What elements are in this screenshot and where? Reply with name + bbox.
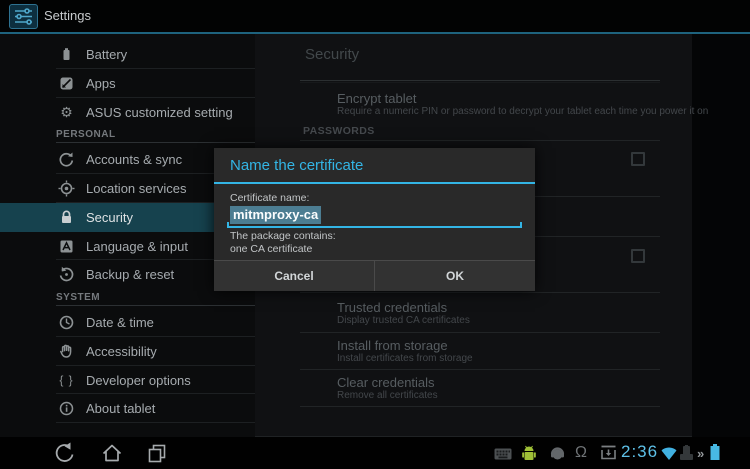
wifi-icon[interactable] — [660, 445, 678, 466]
section-header-rule — [56, 142, 255, 143]
sidebar-item-apps[interactable]: Apps — [0, 69, 255, 98]
input-underline — [227, 226, 522, 228]
passwords-section-header: PASSWORDS — [303, 125, 375, 137]
divider — [300, 332, 660, 333]
dialog-title-rule — [214, 182, 535, 184]
sidebar-item-label: Location services — [86, 174, 186, 203]
sidebar-item-label: About tablet — [86, 394, 155, 423]
divider — [300, 292, 660, 293]
dialog-button-bar: Cancel OK — [214, 260, 535, 291]
title-rule — [300, 82, 660, 83]
package-contents-value: one CA certificate — [230, 243, 312, 255]
lock-icon — [57, 208, 76, 227]
battery-icon — [57, 45, 76, 64]
sidebar-item-label: Accessibility — [86, 337, 157, 366]
sidebar-item-label: Apps — [86, 69, 116, 98]
hardware-keyboard-icon[interactable] — [494, 447, 512, 465]
dialog-title: Name the certificate — [230, 148, 363, 181]
section-header-label: SYSTEM — [56, 292, 100, 303]
sidebar-item-accessibility[interactable]: Accessibility — [0, 337, 255, 366]
sidebar-item-asus-customized-setting[interactable]: ⚙ ASUS customized setting — [0, 98, 255, 127]
sidebar-section-personal: PERSONAL — [0, 127, 255, 143]
divider — [300, 406, 660, 407]
back-button[interactable] — [53, 441, 77, 465]
encrypt-tablet-subtitle: Require a numeric PIN or password to dec… — [337, 106, 708, 117]
chevrons-icon: » — [697, 446, 704, 461]
system-bar: Ω 2:36 » — [0, 437, 750, 469]
info-icon — [57, 399, 76, 418]
headphones-connected-icon[interactable] — [549, 445, 566, 467]
language-icon — [57, 237, 76, 256]
content-title: Security — [305, 46, 359, 63]
sidebar-item-label: Language & input — [86, 232, 188, 261]
battery-status-icon[interactable] — [708, 443, 722, 468]
sidebar-item-label: Battery — [86, 40, 127, 69]
divider — [300, 140, 660, 141]
sidebar-item-label: Developer options — [86, 366, 191, 395]
sidebar-item-battery[interactable]: Battery — [0, 40, 255, 69]
sidebar-item-developer-options[interactable]: { } Developer options — [0, 366, 255, 395]
sidebar-item-about-tablet[interactable]: About tablet — [0, 394, 255, 423]
sliders-icon — [10, 5, 37, 28]
trusted-credentials-subtitle: Display trusted CA certificates — [337, 315, 470, 326]
name-certificate-dialog: Name the certificate Certificate name: m… — [214, 148, 535, 291]
download-tray-icon[interactable] — [600, 445, 617, 466]
encrypt-tablet-item[interactable]: Encrypt tablet — [337, 91, 417, 106]
make-passwords-visible-checkbox[interactable] — [631, 152, 645, 166]
clock-icon — [57, 313, 76, 332]
package-contains-label: The package contains: — [230, 230, 336, 242]
sidebar-item-label: Backup & reset — [86, 260, 174, 289]
page-title: Settings — [44, 0, 91, 32]
cancel-button[interactable]: Cancel — [214, 261, 375, 291]
backup-icon — [57, 265, 76, 284]
sidebar-item-label: Security — [86, 203, 133, 232]
hand-icon — [57, 342, 76, 361]
braces-icon: { } — [57, 371, 76, 390]
install-from-storage-item[interactable]: Install from storage — [337, 338, 448, 353]
apps-icon — [57, 74, 76, 93]
sidebar-section-system: SYSTEM — [0, 290, 255, 306]
ok-button[interactable]: OK — [375, 261, 535, 291]
sync-icon — [57, 150, 76, 169]
recent-apps-button[interactable] — [145, 441, 169, 465]
screen: Settings Battery Apps ⚙ ASUS customized … — [0, 0, 750, 469]
background-strip — [692, 34, 750, 437]
divider — [56, 422, 255, 423]
certificate-name-label: Certificate name: — [230, 192, 309, 204]
sidebar-item-label: ASUS customized setting — [86, 98, 233, 127]
clear-credentials-item[interactable]: Clear credentials — [337, 375, 435, 390]
clock-time[interactable]: 2:36 — [621, 442, 658, 462]
trusted-credentials-item[interactable]: Trusted credentials — [337, 300, 447, 315]
sidebar-item-label: Date & time — [86, 308, 154, 337]
location-icon — [57, 179, 76, 198]
gear-icon: ⚙ — [57, 103, 76, 122]
unknown-sources-checkbox[interactable] — [631, 249, 645, 263]
section-header-rule — [56, 305, 255, 306]
input-underline-cap — [520, 222, 522, 228]
sidebar-item-date-time[interactable]: Date & time — [0, 308, 255, 337]
certificate-name-value-selected: mitmproxy-ca — [230, 206, 321, 224]
divider — [300, 369, 660, 370]
headset-icon[interactable]: Ω — [575, 444, 587, 462]
input-underline-cap — [227, 222, 229, 228]
adb-android-icon[interactable] — [521, 445, 537, 467]
clear-credentials-subtitle: Remove all certificates — [337, 390, 438, 401]
home-button[interactable] — [100, 441, 124, 465]
section-header-label: PERSONAL — [56, 129, 116, 140]
dock-keyboard-status-icon — [679, 445, 696, 466]
action-bar: Settings — [0, 0, 750, 32]
title-rule — [300, 80, 660, 81]
certificate-name-input[interactable]: mitmproxy-ca — [227, 206, 522, 226]
sidebar-item-label: Accounts & sync — [86, 145, 182, 174]
install-from-storage-subtitle: Install certificates from storage — [337, 353, 473, 364]
settings-app-icon[interactable] — [9, 4, 38, 29]
